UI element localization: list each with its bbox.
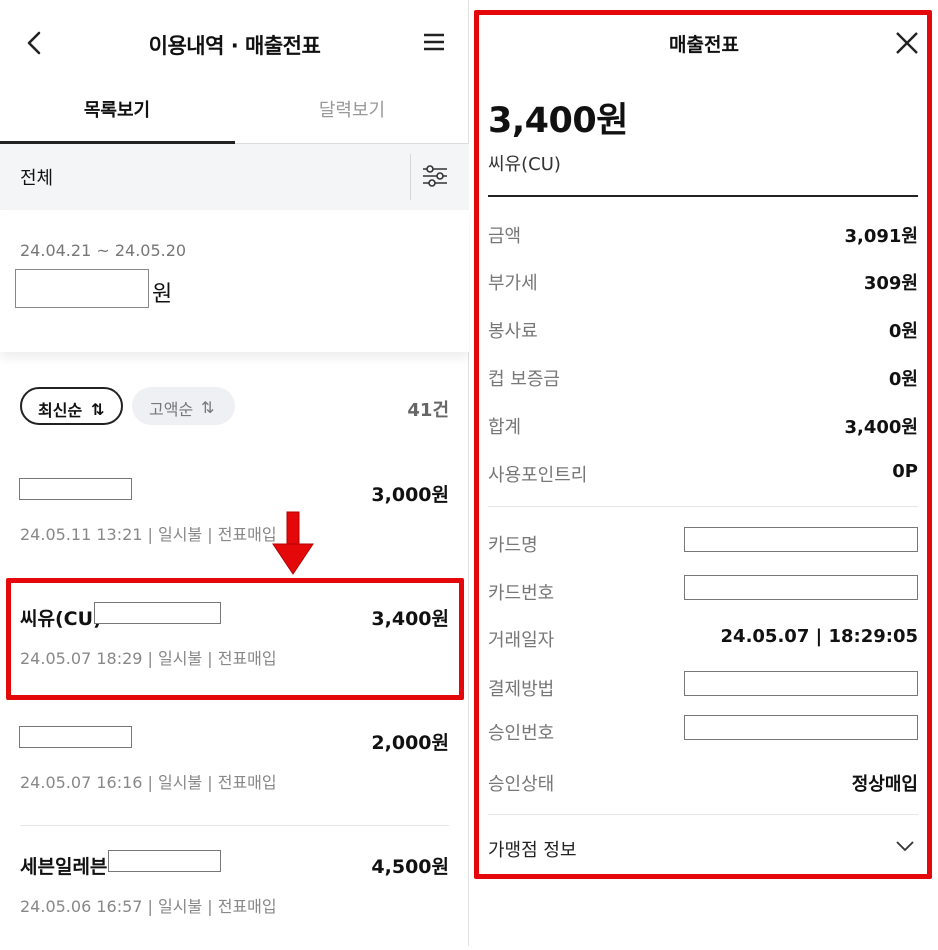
view-tabs: 목록보기 달력보기	[0, 88, 469, 144]
redacted-merchant	[19, 478, 132, 500]
selected-transaction-highlight	[6, 578, 464, 700]
sort-arrows-icon: ⇅	[91, 400, 105, 419]
transaction-amount: 3,000원	[371, 484, 449, 506]
sort-arrows-icon: ⇅	[201, 398, 215, 417]
hamburger-menu-icon[interactable]	[423, 33, 445, 51]
redacted-merchant	[19, 726, 132, 748]
receipt-highlight	[474, 10, 932, 879]
sort-latest-chip[interactable]: 최신순 ⇅	[20, 387, 123, 425]
filter-label[interactable]: 전체	[20, 164, 53, 190]
sort-row: 최신순 ⇅ 고액순 ⇅ 41건	[0, 384, 469, 428]
transaction-row[interactable]: 세븐일레븐 4,500원 24.05.06 16:57 | 일시불 | 전표매입	[0, 826, 469, 950]
transaction-amount: 4,500원	[371, 856, 449, 878]
transaction-row[interactable]: 2,000원 24.05.07 16:16 | 일시불 | 전표매입	[0, 702, 469, 826]
sort-latest-label: 최신순	[38, 401, 83, 420]
filter-settings-icon[interactable]	[421, 163, 449, 189]
currency-unit: 원	[152, 282, 173, 307]
pointer-arrow-icon	[272, 511, 314, 575]
transaction-amount: 2,000원	[371, 732, 449, 754]
filter-bar: 전체	[0, 144, 469, 210]
transaction-meta: 24.05.11 13:21 | 일시불 | 전표매입	[20, 525, 277, 544]
page-title: 이용내역 · 매출전표	[148, 34, 321, 58]
sort-amount-chip[interactable]: 고액순 ⇅	[132, 387, 235, 425]
redacted-total-amount	[15, 269, 149, 308]
transaction-meta: 24.05.06 16:57 | 일시불 | 전표매입	[20, 897, 277, 916]
period-summary: 24.04.21 ~ 24.05.20 원	[0, 210, 469, 352]
sort-amount-label: 고액순	[149, 400, 194, 419]
list-pane: 이용내역 · 매출전표 목록보기 달력보기 전체 24.04.21 ~ 24.0…	[0, 0, 469, 946]
app-header: 이용내역 · 매출전표	[0, 0, 469, 88]
transaction-row[interactable]: 3,000원 24.05.11 13:21 | 일시불 | 전표매입	[0, 454, 469, 578]
redacted-merchant-detail	[108, 850, 221, 872]
tab-calendar-view[interactable]: 달력보기	[235, 96, 469, 122]
transaction-count: 41건	[407, 400, 449, 421]
transaction-merchant: 세븐일레븐	[20, 856, 108, 878]
tab-list-view[interactable]: 목록보기	[0, 96, 234, 122]
transaction-meta: 24.05.07 16:16 | 일시불 | 전표매입	[20, 773, 277, 792]
date-range: 24.04.21 ~ 24.05.20	[20, 241, 187, 260]
filter-divider	[410, 154, 411, 200]
